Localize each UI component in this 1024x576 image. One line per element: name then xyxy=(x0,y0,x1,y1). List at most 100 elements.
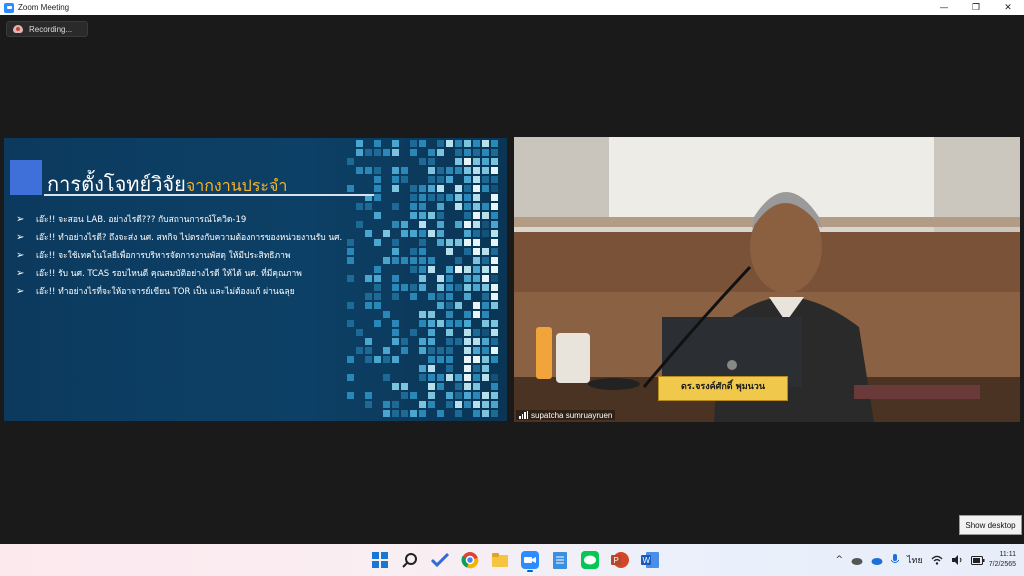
onedrive-icon[interactable] xyxy=(871,556,883,565)
search-icon[interactable] xyxy=(398,548,422,572)
battery-icon[interactable] xyxy=(970,555,985,565)
pixel-square xyxy=(473,284,480,291)
pixel-square xyxy=(392,140,399,147)
pixel-square xyxy=(482,248,489,255)
pixel-square xyxy=(491,284,498,291)
pixel-square xyxy=(428,320,435,327)
pixel-square xyxy=(473,221,480,228)
pixel-square xyxy=(419,230,426,237)
volume-icon[interactable] xyxy=(951,555,963,565)
show-desktop-tooltip: Show desktop xyxy=(959,515,1022,535)
pixel-square xyxy=(491,410,498,417)
pixel-square xyxy=(455,167,462,174)
pixel-square xyxy=(392,356,399,363)
zoom-icon[interactable] xyxy=(518,548,542,572)
bullet-arrow-icon: ➢ xyxy=(16,285,25,297)
chrome-icon[interactable] xyxy=(458,548,482,572)
restore-button[interactable]: ❐ xyxy=(960,0,992,15)
participant-video-tile[interactable]: ดร.จรงค์ศักดิ์ พุมนวน supatcha sumruayru… xyxy=(514,137,1020,422)
pixel-square xyxy=(455,374,462,381)
pixel-square xyxy=(374,356,381,363)
pixel-square xyxy=(392,329,399,336)
word-icon[interactable]: W xyxy=(638,548,662,572)
pixel-square xyxy=(491,230,498,237)
pixel-square xyxy=(491,338,498,345)
pixel-square xyxy=(446,248,453,255)
pixel-square xyxy=(428,311,435,318)
pixel-square xyxy=(428,392,435,399)
pixel-square xyxy=(374,167,381,174)
show-hidden-icons-chevron-icon[interactable]: ^ xyxy=(835,555,843,565)
pixel-square xyxy=(446,329,453,336)
pixel-square xyxy=(473,329,480,336)
close-button[interactable]: ✕ xyxy=(992,0,1024,15)
pixel-square xyxy=(455,338,462,345)
pixel-square xyxy=(437,140,444,147)
pixel-square xyxy=(473,185,480,192)
recording-cloud-icon xyxy=(13,25,23,33)
pixel-square xyxy=(419,365,426,372)
pixel-square xyxy=(455,185,462,192)
pixel-square xyxy=(464,338,471,345)
pixel-square xyxy=(482,149,489,156)
pixel-square xyxy=(437,176,444,183)
pixel-square xyxy=(491,356,498,363)
notepad-icon[interactable] xyxy=(548,548,572,572)
pixel-square xyxy=(410,149,417,156)
pixel-square xyxy=(374,140,381,147)
recording-indicator[interactable]: Recording... xyxy=(6,21,88,37)
pixel-square xyxy=(365,302,372,309)
pixel-square xyxy=(365,167,372,174)
cloud-weather-icon[interactable] xyxy=(851,556,863,565)
bullet-item: ➢ เอ๊ะ!! จะใช้เทคโนโลยีเพื่อการบริหารจัด… xyxy=(16,246,416,264)
todo-icon[interactable] xyxy=(428,548,452,572)
pixel-square xyxy=(437,212,444,219)
bullet-text: เอ๊ะ!! จะสอน LAB. อย่างไรดี??? กับสถานกา… xyxy=(36,215,247,225)
pixel-square xyxy=(401,383,408,390)
pixel-square xyxy=(491,374,498,381)
pixel-square xyxy=(491,248,498,255)
pixel-square xyxy=(491,140,498,147)
wifi-icon[interactable] xyxy=(931,555,943,565)
pixel-square xyxy=(365,356,372,363)
file-explorer-icon[interactable] xyxy=(488,548,512,572)
pixel-square xyxy=(410,392,417,399)
line-icon[interactable] xyxy=(578,548,602,572)
start-icon[interactable] xyxy=(368,548,392,572)
pixel-square xyxy=(464,284,471,291)
pixel-square xyxy=(455,149,462,156)
pixel-square xyxy=(446,356,453,363)
pixel-square xyxy=(428,401,435,408)
pixel-square xyxy=(455,284,462,291)
input-language[interactable]: ไทย xyxy=(907,553,923,567)
pixel-square xyxy=(428,257,435,264)
pixel-square xyxy=(482,266,489,273)
clock[interactable]: 11:11 7/2/2565 xyxy=(989,550,1016,570)
microphone-icon[interactable] xyxy=(891,554,900,566)
pixel-square xyxy=(473,266,480,273)
pixel-square xyxy=(374,185,381,192)
bullet-text: เอ๊ะ!! จะใช้เทคโนโลยีเพื่อการบริหารจัดกา… xyxy=(36,251,291,261)
pixel-square xyxy=(356,347,363,354)
pixel-square xyxy=(428,167,435,174)
pixel-square xyxy=(473,338,480,345)
minimize-button[interactable]: — xyxy=(928,0,960,15)
pixel-square xyxy=(392,203,399,210)
pixel-square xyxy=(446,338,453,345)
bullet-text: เอ๊ะ!! ทำอย่างไรที่จะให้อาจารย์เขียน TOR… xyxy=(36,287,295,297)
pixel-square xyxy=(347,356,354,363)
pixel-square xyxy=(482,203,489,210)
pixel-square xyxy=(446,401,453,408)
speaker-nameplate: ดร.จรงค์ศักดิ์ พุมนวน xyxy=(658,376,788,401)
pixel-square xyxy=(473,410,480,417)
powerpoint-icon[interactable]: P xyxy=(608,548,632,572)
pixel-square xyxy=(491,266,498,273)
pixel-square xyxy=(455,194,462,201)
pixel-square xyxy=(473,212,480,219)
pixel-square xyxy=(383,311,390,318)
pixel-square xyxy=(437,284,444,291)
pixel-square xyxy=(455,383,462,390)
pixel-square xyxy=(428,185,435,192)
pixel-square xyxy=(446,392,453,399)
pixel-square xyxy=(365,149,372,156)
